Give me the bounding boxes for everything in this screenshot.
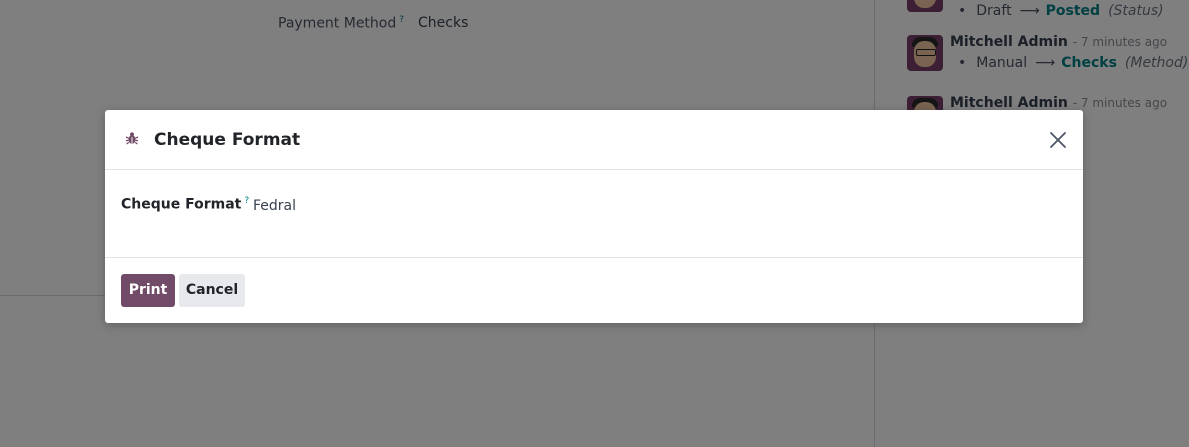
dialog-header: Cheque Format [105, 110, 1083, 170]
dialog-body: Cheque Format? Fedral [105, 170, 1083, 258]
cheque-format-help[interactable]: ? [244, 196, 249, 206]
bug-icon[interactable] [125, 131, 139, 145]
dialog-title: Cheque Format [154, 130, 301, 150]
print-button[interactable]: Print [121, 274, 175, 307]
cheque-format-select[interactable]: Fedral [253, 198, 296, 214]
cancel-button[interactable]: Cancel [179, 274, 245, 307]
dialog-footer: Print Cancel [105, 258, 1083, 323]
cheque-format-label: Cheque Format? [121, 196, 250, 213]
cheque-format-dialog: Cheque Format Cheque Format? Fedral Prin… [105, 110, 1083, 323]
close-icon[interactable] [1048, 130, 1068, 150]
